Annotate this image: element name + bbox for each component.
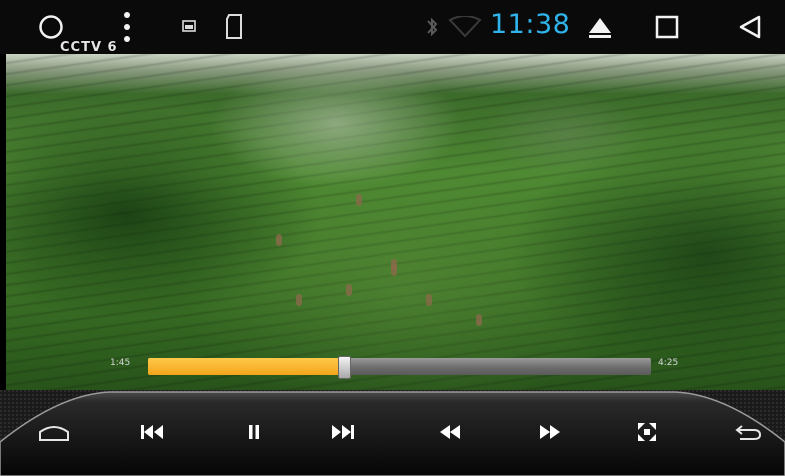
fullscreen-icon [638, 423, 656, 441]
seek-bar-fill [148, 358, 344, 375]
return-icon [735, 425, 762, 440]
current-time: 1:45 [110, 358, 131, 368]
skip-next-icon [332, 425, 354, 439]
clock-time: 11:38 [490, 9, 571, 40]
screen-icon [178, 15, 200, 37]
sd-card-icon [222, 12, 248, 42]
circle-menu-icon[interactable] [36, 12, 66, 42]
more-vert-icon[interactable] [117, 10, 137, 44]
fast-forward-icon [540, 425, 560, 439]
next-button[interactable] [313, 414, 373, 450]
rewind-icon [440, 425, 460, 439]
home-icon [39, 426, 69, 441]
fullscreen-button[interactable] [617, 414, 677, 450]
wifi-icon [445, 15, 485, 39]
seek-bar-thumb[interactable] [338, 356, 351, 379]
rewind-button[interactable] [420, 414, 480, 450]
control-bar [0, 390, 785, 476]
back-nav-icon[interactable] [735, 12, 765, 42]
recents-icon[interactable] [652, 12, 682, 42]
seek-bar[interactable] [148, 356, 651, 379]
total-time: 4:25 [658, 358, 679, 368]
pause-button[interactable] [224, 414, 284, 450]
bluetooth-icon [423, 14, 441, 40]
return-button[interactable] [718, 414, 778, 450]
fast-forward-button[interactable] [520, 414, 580, 450]
previous-button[interactable] [122, 414, 182, 450]
home-button[interactable] [24, 414, 84, 450]
eject-icon[interactable] [585, 12, 615, 42]
progress-row: 1:45 4:25 [0, 355, 785, 379]
channel-logo: CCTV 6 [60, 40, 118, 55]
skip-previous-icon [141, 425, 163, 439]
screen: 11:38 CCTV 6 1:45 4:25 [0, 0, 785, 476]
pause-icon [249, 425, 259, 439]
